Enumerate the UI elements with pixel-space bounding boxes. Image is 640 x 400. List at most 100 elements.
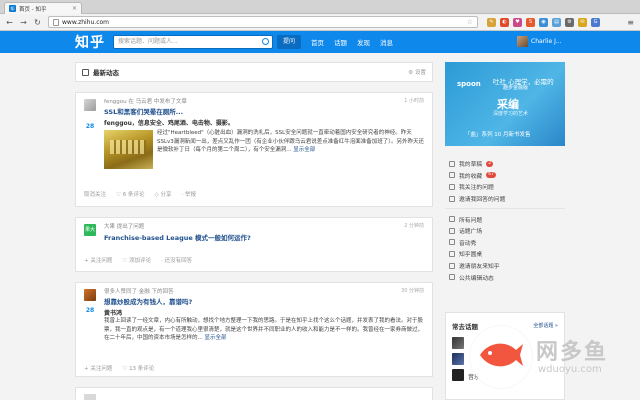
topic-avatar[interactable] <box>452 337 464 349</box>
promo-line2: 趣步金融版 <box>503 85 529 91</box>
topic-avatar[interactable] <box>452 353 464 365</box>
item-avatar[interactable] <box>84 289 96 301</box>
nav-topics[interactable]: 话题 <box>334 37 347 47</box>
nav-messages[interactable]: 消息 <box>380 37 393 47</box>
item-title-link[interactable]: 想靠炒股成为有钱人，靠谱吗? <box>104 296 192 306</box>
nav-explore[interactable]: 发现 <box>357 37 370 47</box>
user-avatar[interactable] <box>517 36 528 47</box>
extension-icons: ✎ ◐ ♥ S ◉ ▤ ⚙ ✉ G <box>487 17 600 27</box>
bookmark-star-icon[interactable]: ☆ <box>467 18 473 26</box>
forward-arrow-icon[interactable]: → <box>18 17 29 28</box>
sidebar-item-roundtable[interactable]: 知乎圆桌 <box>445 248 565 260</box>
watermark-url: wduoyu.com <box>538 364 602 375</box>
address-bar[interactable]: www.zhihu.com ☆ <box>48 16 478 28</box>
collection-icon <box>449 172 455 179</box>
item-body: 经过"Heartbleed"（心脏出血）漏洞的洗礼后，SSL安全问题就一直牵动着… <box>157 129 425 155</box>
show-all-link[interactable]: 显示全部 <box>293 147 315 153</box>
vote-count[interactable]: 28 <box>83 307 97 315</box>
comments-button[interactable]: ♡ 6 条评论 <box>116 190 144 198</box>
sidebar-item-invite-friends[interactable]: 邀请朋友来知乎 <box>445 260 565 272</box>
comments-label: 13 条评论 <box>129 366 155 372</box>
sidebar-item-label: 音动秀 <box>459 240 477 247</box>
sidebar-item-topic-square[interactable]: 话题广场 <box>445 225 565 237</box>
search-input[interactable]: 搜索话题、问题或人... <box>113 35 273 49</box>
follow-label: 关注问题 <box>90 258 113 264</box>
vote-count[interactable]: 28 <box>83 123 97 131</box>
promo-brand: spoon <box>457 80 481 88</box>
share-button[interactable]: ◇ 分享 <box>154 190 171 198</box>
fish-logo-icon <box>480 343 523 367</box>
feed-title: 最新动态 <box>93 69 119 77</box>
user-menu[interactable]: Charlie J... <box>517 36 562 47</box>
topic-avatar[interactable] <box>452 369 464 381</box>
sidebar-item-all-questions[interactable]: 所有问题 <box>445 213 565 225</box>
item-avatar[interactable] <box>84 99 96 111</box>
extension-3-icon[interactable]: ♥ <box>513 17 522 27</box>
user-name[interactable]: Charlie J... <box>531 38 562 45</box>
follow-question-button[interactable]: + 关注问题 <box>84 256 112 264</box>
sidebar-item-invitations[interactable]: 邀请我回答的问题 <box>445 193 565 205</box>
add-comment-label: 添加评论 <box>129 258 152 264</box>
item-source: fenggou 在 乌云君 中发布了文章 <box>104 99 187 105</box>
unfollow-button[interactable]: 取消关注 <box>84 190 106 198</box>
extension-5-icon[interactable]: ◉ <box>539 17 548 27</box>
sidebar-item-followed-questions[interactable]: 我关注的问题 <box>445 181 565 193</box>
sidebar-item-label: 所有问题 <box>459 217 483 224</box>
follow-question-button[interactable]: + 关注问题 <box>84 364 112 372</box>
drafts-badge: 2 <box>486 160 494 167</box>
extension-1-icon[interactable]: ✎ <box>487 17 496 27</box>
reload-icon[interactable]: ↻ <box>32 17 43 28</box>
back-arrow-icon[interactable]: ← <box>4 17 15 28</box>
extension-9-icon[interactable]: G <box>591 17 600 27</box>
feed-item-article: 28 fenggou 在 乌云君 中发布了文章 1 小时前 SSL和黑客们哭晕在… <box>75 92 433 207</box>
promo-banner[interactable]: spoon 吐社 心理学，必需的 趣步金融版 采编 深度学习的艺术 「盐」系列 … <box>445 62 565 146</box>
item-avatar[interactable]: 果大 <box>84 224 96 236</box>
sidebar-item-label: 公共编辑动态 <box>459 275 494 282</box>
browser-menu-icon[interactable]: ≡ <box>627 18 634 27</box>
invite-icon <box>449 195 455 202</box>
report-button[interactable]: · 举报 <box>181 190 196 198</box>
show-all-link[interactable]: 显示全部 <box>205 335 227 341</box>
extension-2-icon[interactable]: ◐ <box>500 17 509 27</box>
extension-7-icon[interactable]: ⚙ <box>565 17 574 27</box>
item-title-link[interactable]: Franchise-based League 模式一般如何运作? <box>104 232 251 242</box>
share-label: 分享 <box>160 192 172 198</box>
public-edit-icon <box>449 274 455 281</box>
add-comment-button[interactable]: ♡ 添加评论 <box>122 256 151 264</box>
sidebar-item-drafts[interactable]: 我的草稿 2 <box>445 158 565 170</box>
extension-6-icon[interactable]: ▤ <box>552 17 561 27</box>
item-author[interactable]: 黄书鸿 <box>104 308 122 317</box>
item-author[interactable]: fenggou，信息安全、鸡尾酒、电击物、摄影。 <box>104 118 234 127</box>
sidebar-item-label: 邀请我回答的问题 <box>459 197 506 204</box>
zhihu-logo[interactable]: 知乎 <box>75 32 105 52</box>
sidebar-menu: 我的草稿 2 我的收藏 67 我关注的问题 邀请我回答的问题 所有问题 话题广场… <box>445 158 565 283</box>
search-icon[interactable] <box>262 38 269 45</box>
item-title-link[interactable]: SSL和黑客们哭晕在厕所... <box>104 106 183 116</box>
comments-button[interactable]: ♡ 13 条评论 <box>122 364 154 372</box>
item-avatar[interactable] <box>84 394 96 400</box>
roundtable-icon <box>449 250 455 257</box>
feed-settings-link[interactable]: ⚙ 设置 <box>408 68 426 76</box>
extension-4-icon[interactable]: S <box>526 17 535 27</box>
ask-question-button[interactable]: 提问 <box>277 35 301 49</box>
item-actions: 取消关注 ♡ 6 条评论 ◇ 分享 · 举报 <box>84 190 196 198</box>
extension-8-icon[interactable]: ✉ <box>578 17 587 27</box>
browser-tab[interactable]: 知 首页 - 知乎 × <box>4 2 82 14</box>
sidebar-item-label: 知乎圆桌 <box>459 252 483 259</box>
sidebar-item-label: 我的收藏 <box>459 173 483 180</box>
comments-label: 6 条评论 <box>122 192 145 198</box>
report-label: 举报 <box>184 192 196 198</box>
item-actions: + 关注问题 ♡ 添加评论 · 还没有回答 <box>84 256 192 264</box>
sidebar-item-audio-show[interactable]: 音动秀 <box>445 237 565 249</box>
item-source: 很多人赞同了 金融 下的回答 <box>104 289 174 295</box>
item-time: 2 分钟前 <box>404 223 424 229</box>
feed-item-answer: 28 很多人赞同了 金融 下的回答 30 分钟前 想靠炒股成为有钱人，靠谱吗? … <box>75 282 433 377</box>
article-thumbnail[interactable] <box>104 130 153 169</box>
url-text[interactable]: www.zhihu.com <box>62 19 464 26</box>
sidebar-item-collections[interactable]: 我的收藏 67 <box>445 170 565 182</box>
nav-home[interactable]: 首页 <box>311 37 324 47</box>
topic-square-icon <box>449 227 455 234</box>
feed-item-partial <box>75 387 433 400</box>
close-tab-icon[interactable]: × <box>72 5 77 12</box>
sidebar-item-public-edits[interactable]: 公共编辑动态 <box>445 271 565 283</box>
